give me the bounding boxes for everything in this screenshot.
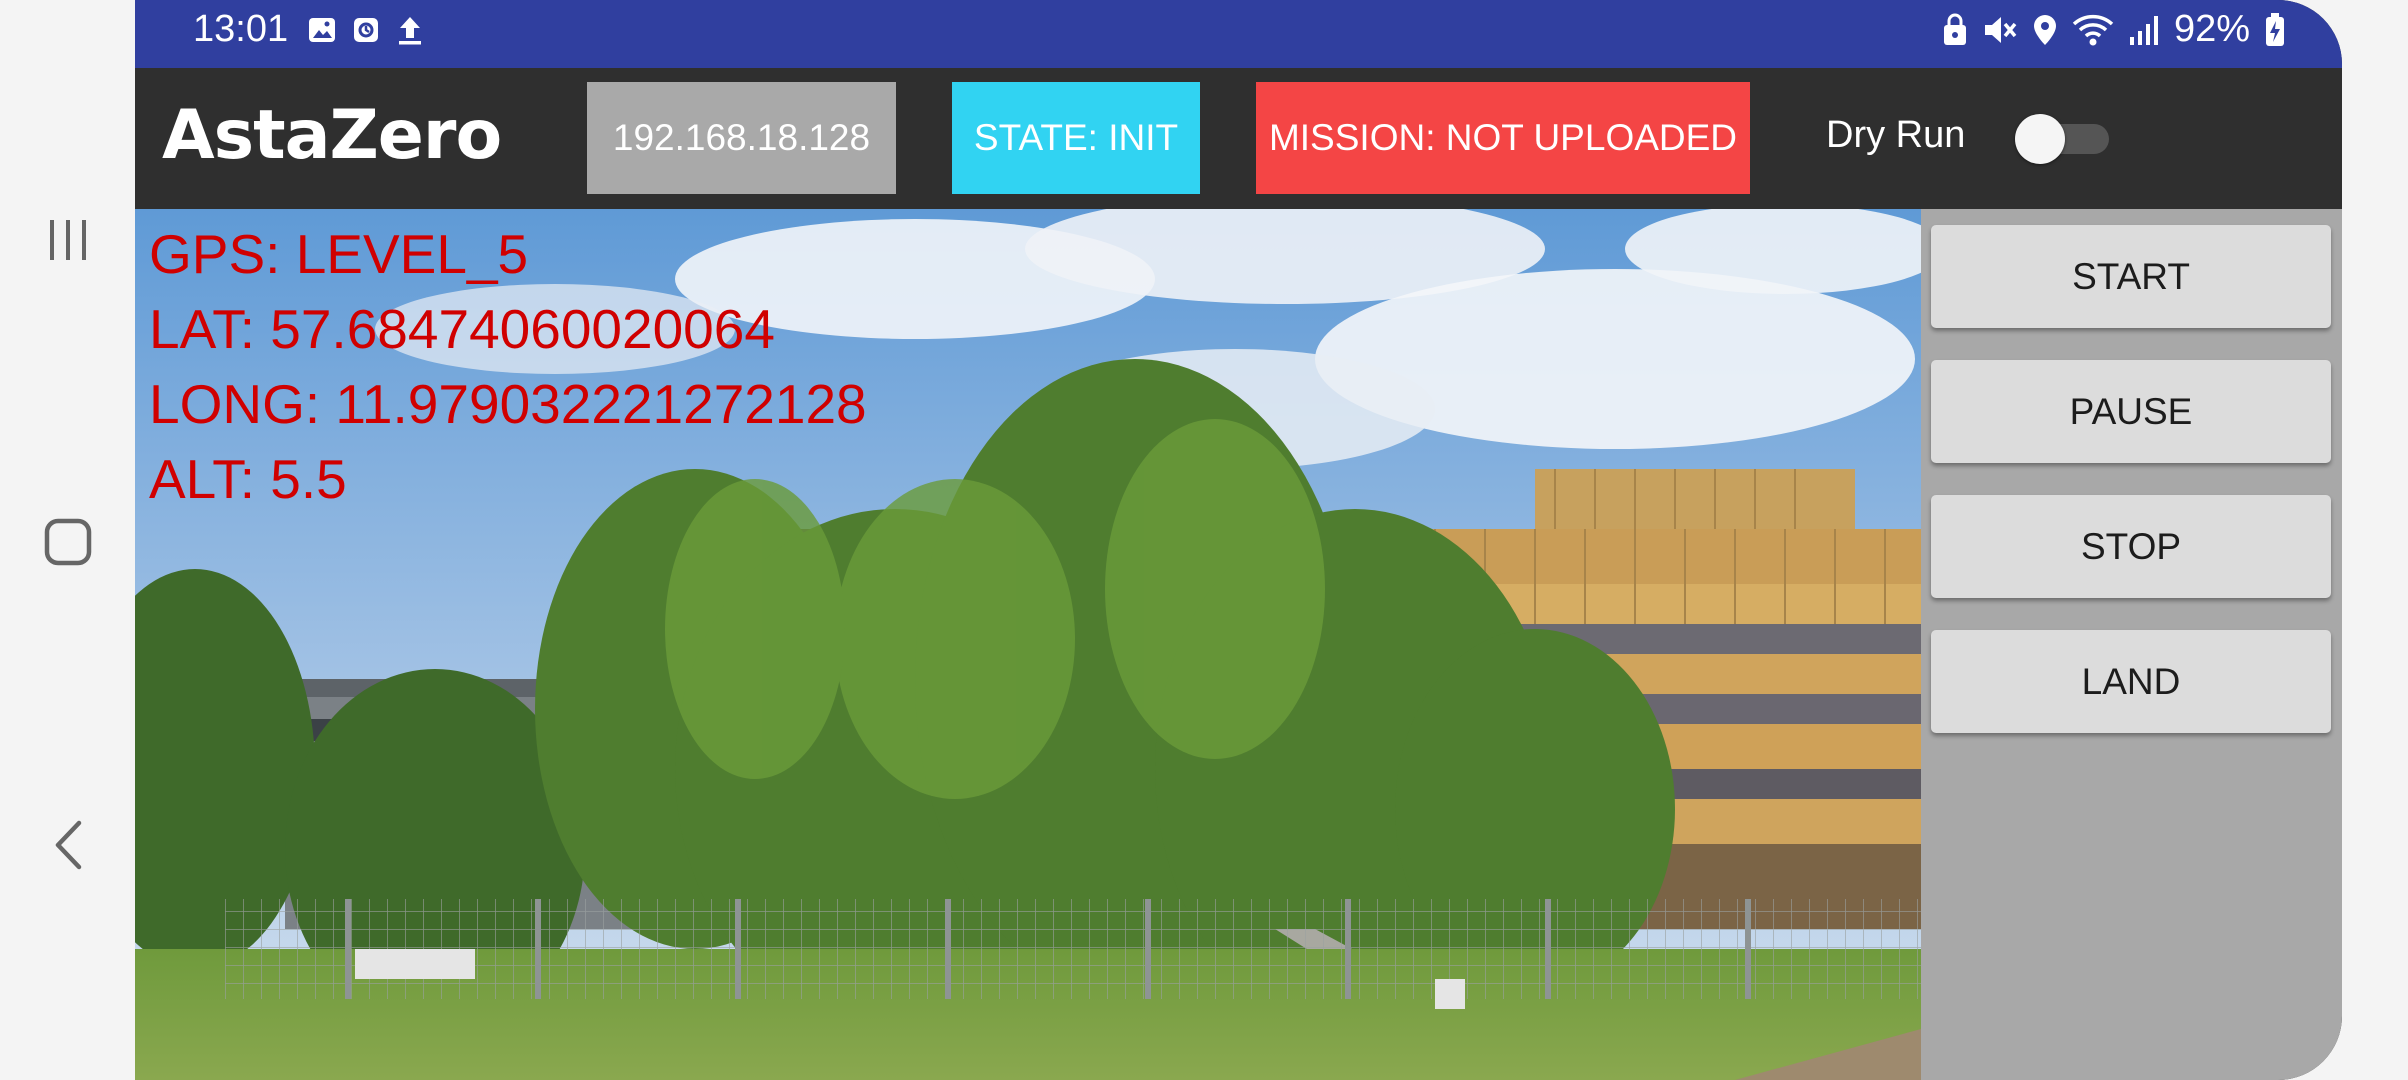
camera-feed: GPS: LEVEL_5 LAT: 57.68474060020064 LONG… — [135, 209, 1921, 1080]
back-icon[interactable] — [0, 795, 135, 895]
pause-button[interactable]: PAUSE — [1931, 360, 2331, 463]
location-icon — [2033, 14, 2056, 45]
land-button[interactable]: LAND — [1931, 630, 2331, 733]
navigation-bar — [0, 0, 135, 1080]
telemetry-overlay: GPS: LEVEL_5 LAT: 57.68474060020064 LONG… — [149, 217, 867, 517]
signal-icon — [2129, 15, 2158, 45]
gps-level-text: GPS: LEVEL_5 — [149, 223, 529, 285]
battery-charging-icon — [2266, 12, 2284, 46]
status-bar: 13:01 92% — [135, 0, 2342, 68]
latitude-text: LAT: 57.68474060020064 — [149, 298, 775, 360]
altitude-text: ALT: 5.5 — [149, 448, 347, 510]
screenshot-icon — [354, 18, 378, 42]
state-badge: STATE: INIT — [952, 82, 1200, 194]
ip-address-badge: 192.168.18.128 — [587, 82, 896, 194]
toggle-thumb — [2015, 114, 2065, 164]
home-icon[interactable] — [0, 492, 135, 592]
status-time: 13:01 — [193, 8, 289, 50]
dry-run-toggle[interactable] — [2015, 114, 2111, 164]
app-toolbar: AstaZero 192.168.18.128 STATE: INIT MISS… — [135, 68, 2342, 209]
dry-run-label: Dry Run — [1826, 114, 1966, 156]
app-logo: AstaZero — [162, 96, 502, 175]
battery-percent: 92% — [2173, 8, 2250, 50]
system-icons: 92% — [1942, 8, 2286, 51]
lock-icon — [1943, 13, 1966, 45]
start-button[interactable]: START — [1931, 225, 2331, 328]
upload-icon — [399, 17, 421, 45]
control-panel: START PAUSE STOP LAND — [1921, 209, 2342, 1080]
notification-icons — [307, 14, 425, 46]
recents-icon[interactable] — [0, 190, 135, 290]
mission-status-badge: MISSION: NOT UPLOADED — [1256, 82, 1750, 194]
mute-icon — [1984, 16, 2017, 43]
device-screen: 13:01 92% AstaZero 192.168.18.128 STATE:… — [135, 0, 2342, 1080]
stop-button[interactable]: STOP — [1931, 495, 2331, 598]
image-icon — [309, 18, 335, 42]
longitude-text: LONG: 11.979032221272128 — [149, 373, 867, 435]
wifi-icon — [2072, 14, 2114, 45]
